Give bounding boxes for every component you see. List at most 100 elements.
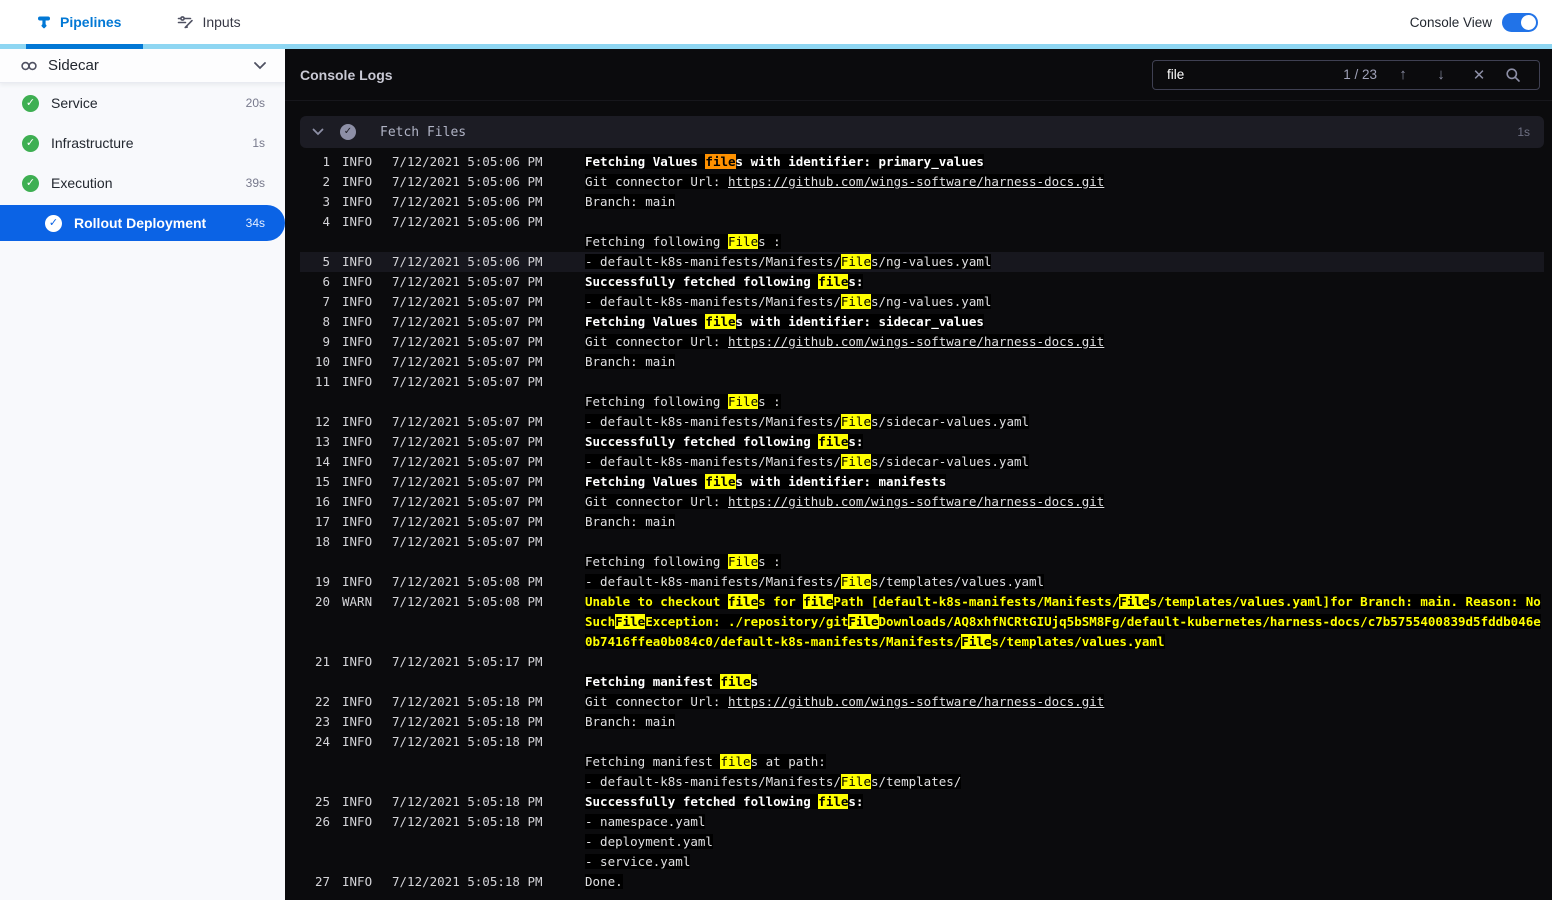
log-line: 18 INFO 7/12/2021 5:05:07 PM Fetching follo… <box>300 532 1544 572</box>
tab-pipelines-label: Pipelines <box>60 14 122 30</box>
log-line-number: 7 <box>322 294 330 309</box>
current-search-match-highlight: file <box>705 154 736 169</box>
check-circle-icon: ✓ <box>22 94 39 112</box>
search-match-highlight: File <box>840 254 871 269</box>
log-message: Branch: main <box>585 514 676 529</box>
log-line-number: 14 <box>314 454 330 469</box>
search-input[interactable] <box>1167 67 1330 82</box>
search-match-highlight: File <box>840 774 871 789</box>
log-message: Branch: main <box>585 354 676 369</box>
log-message: Fetching manifest files at path: - defaul… <box>585 754 962 789</box>
log-timestamp: 7/12/2021 5:05:18 PM <box>392 874 543 889</box>
log-timestamp: 7/12/2021 5:05:06 PM <box>392 214 543 229</box>
log-line: 25 INFO 7/12/2021 5:05:18 PM Successfully f… <box>300 792 1544 812</box>
stage-name: Sidecar <box>48 57 99 74</box>
search-icon[interactable] <box>1505 67 1529 83</box>
log-level: INFO <box>342 174 373 189</box>
log-message: Branch: main <box>585 194 676 209</box>
search-match-highlight: File <box>840 414 871 429</box>
log-message: Branch: main <box>585 714 676 729</box>
sidebar-item-rollout-deployment[interactable]: ✓ Rollout Deployment 34s <box>0 205 285 241</box>
log-level: INFO <box>342 474 373 489</box>
log-line: 6 INFO 7/12/2021 5:05:07 PM Successfully fe… <box>300 272 1544 292</box>
log-timestamp: 7/12/2021 5:05:07 PM <box>392 474 543 489</box>
section-collapse-icon[interactable] <box>312 128 324 136</box>
sidebar-item-execution[interactable]: ✓ Execution 39s <box>0 163 285 203</box>
sidebar-item-service[interactable]: ✓ Service 20s <box>0 83 285 123</box>
log-message: - default-k8s-manifests/Manifests/Files/… <box>585 454 1030 469</box>
log-line: 24 INFO 7/12/2021 5:05:18 PM Fetching manif… <box>300 732 1544 792</box>
top-navigation-bar: Pipelines Inputs Console View <box>0 0 1552 44</box>
log-level: INFO <box>342 354 373 369</box>
sidebar-steps: ✓ Service 20s ✓ Infrastructure 1s ✓ Execution 39… <box>0 83 285 241</box>
log-timestamp: 7/12/2021 5:05:06 PM <box>392 254 543 269</box>
log-level: INFO <box>342 434 373 449</box>
log-line-number: 3 <box>322 194 330 209</box>
search-match-highlight: File <box>728 394 759 409</box>
log-line-number: 2 <box>322 174 330 189</box>
log-timestamp: 7/12/2021 5:05:07 PM <box>392 434 543 449</box>
log-line: 22 INFO 7/12/2021 5:05:18 PM Git connector … <box>300 692 1544 712</box>
log-message: Fetching following Files : <box>585 554 781 569</box>
search-match-highlight: file <box>728 594 759 609</box>
log-link[interactable]: https://github.com/wings-software/harnes… <box>728 334 1104 349</box>
log-timestamp: 7/12/2021 5:05:06 PM <box>392 174 543 189</box>
log-message: - default-k8s-manifests/Manifests/Files/… <box>585 254 992 269</box>
log-line: 20 WARN 7/12/2021 5:05:08 PM Unable to chec… <box>300 592 1544 652</box>
log-line-number: 16 <box>314 494 330 509</box>
log-message: Fetching Values files with identifier: m… <box>585 474 947 489</box>
log-link[interactable]: https://github.com/wings-software/harnes… <box>728 494 1104 509</box>
log-timestamp: 7/12/2021 5:05:07 PM <box>392 514 543 529</box>
log-section-fetch-files[interactable]: ✓ Fetch Files 1s <box>300 116 1544 148</box>
log-level: INFO <box>342 314 373 329</box>
log-level: INFO <box>342 814 373 829</box>
console-header: Console Logs 1 / 23 ↑ ↓ ✕ <box>285 49 1552 101</box>
log-line: 5 INFO 7/12/2021 5:05:06 PM - default-k8s-m… <box>300 252 1544 272</box>
search-match-highlight: File <box>840 454 871 469</box>
search-match-highlight: file <box>705 474 736 489</box>
log-line-number: 15 <box>314 474 330 489</box>
sidebar-item-infrastructure[interactable]: ✓ Infrastructure 1s <box>0 123 285 163</box>
log-line: 1 INFO 7/12/2021 5:05:06 PM Fetching Values… <box>300 152 1544 172</box>
log-message: Git connector Url: https://github.com/wi… <box>585 494 1105 509</box>
console-panel: Console Logs 1 / 23 ↑ ↓ ✕ ✓ Fetch Files … <box>285 49 1552 900</box>
search-match-highlight: file <box>818 794 849 809</box>
tab-inputs[interactable]: Inputs <box>167 0 250 44</box>
log-line-number: 24 <box>314 734 330 749</box>
log-timestamp: 7/12/2021 5:05:06 PM <box>392 154 543 169</box>
search-match-highlight: file <box>705 314 736 329</box>
log-line-number: 25 <box>314 794 330 809</box>
next-match-icon[interactable]: ↓ <box>1429 66 1453 83</box>
log-timestamp: 7/12/2021 5:05:07 PM <box>392 314 543 329</box>
log-timestamp: 7/12/2021 5:05:06 PM <box>392 194 543 209</box>
log-line-number: 27 <box>314 874 330 889</box>
log-message: Successfully fetched following files: <box>585 434 864 449</box>
log-link[interactable]: https://github.com/wings-software/harnes… <box>728 174 1104 189</box>
log-message: Git connector Url: https://github.com/wi… <box>585 334 1105 349</box>
console-view-label: Console View <box>1409 14 1492 30</box>
log-timestamp: 7/12/2021 5:05:18 PM <box>392 694 543 709</box>
log-message: - default-k8s-manifests/Manifests/Files/… <box>585 294 992 309</box>
step-duration: 20s <box>245 96 265 110</box>
execution-sidebar: Sidecar ✓ Service 20s ✓ Infrastructure 1s ✓ Exe… <box>0 49 285 900</box>
log-level: INFO <box>342 874 373 889</box>
search-match-highlight: File <box>961 634 992 649</box>
sidebar-stage-header[interactable]: Sidecar <box>0 49 285 83</box>
log-line: 3 INFO 7/12/2021 5:05:06 PM Branch: main <box>300 192 1544 212</box>
console-view-toggle[interactable] <box>1502 12 1538 32</box>
log-line-number: 17 <box>314 514 330 529</box>
previous-match-icon[interactable]: ↑ <box>1391 66 1415 83</box>
step-label: Infrastructure <box>51 135 134 151</box>
log-link[interactable]: https://github.com/wings-software/harnes… <box>728 694 1104 709</box>
log-line: 21 INFO 7/12/2021 5:05:17 PM Fetching manif… <box>300 652 1544 692</box>
chevron-down-icon[interactable] <box>253 61 267 70</box>
tab-pipelines[interactable]: Pipelines <box>26 0 131 44</box>
log-level: INFO <box>342 194 373 209</box>
close-icon[interactable]: ✕ <box>1467 66 1491 84</box>
log-timestamp: 7/12/2021 5:05:07 PM <box>392 414 543 429</box>
log-message: - default-k8s-manifests/Manifests/Files/… <box>585 574 1045 589</box>
log-line-number: 6 <box>322 274 330 289</box>
log-timestamp: 7/12/2021 5:05:07 PM <box>392 534 543 549</box>
log-level: INFO <box>342 294 373 309</box>
log-line: 10 INFO 7/12/2021 5:05:07 PM Branch: main <box>300 352 1544 372</box>
